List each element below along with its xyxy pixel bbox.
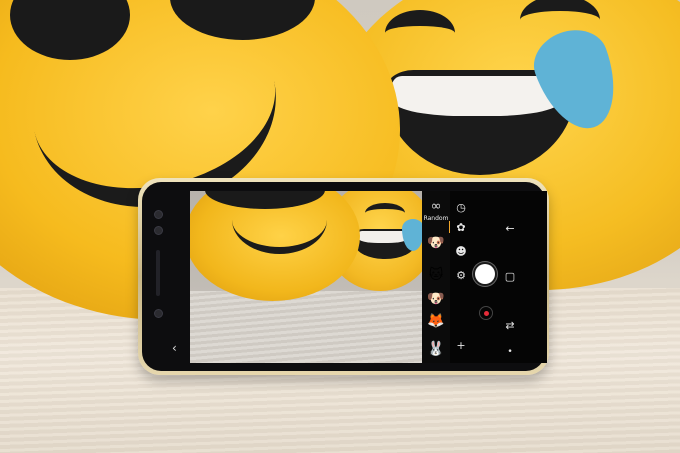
infinity-icon[interactable]: ∞ <box>426 199 446 214</box>
sticker-face-icon[interactable]: ☻ <box>452 242 470 260</box>
fox-sticker[interactable]: 🦊 <box>425 311 447 331</box>
back-arrow-icon[interactable]: ← <box>501 219 519 237</box>
puppy-sticker[interactable]: 🐶 <box>425 289 447 309</box>
switch-camera-icon[interactable]: ⇄ <box>501 316 519 334</box>
filters-icon[interactable]: ✿ <box>452 218 470 236</box>
camera-controls: ◷ ✿ ← ☻ ⚙ ▢ ⇄ + • <box>450 191 547 363</box>
chevron-left-icon[interactable]: ‹ <box>172 341 184 355</box>
sticker-panel: ∞ Random 🐶 🐱 🐶 🦊 🐰 <box>422 191 451 363</box>
add-sticker-icon[interactable]: + <box>452 336 470 354</box>
front-camera-icon <box>154 210 163 219</box>
timer-icon[interactable]: ◷ <box>452 198 470 216</box>
bunny-sticker[interactable]: 🐰 <box>425 339 447 359</box>
pillow-teeth <box>392 76 562 116</box>
vf-teeth <box>358 231 408 243</box>
vf-eye <box>365 203 405 223</box>
random-label[interactable]: Random <box>422 215 450 222</box>
vf-table <box>190 291 422 363</box>
proximity-sensor-icon <box>154 309 163 318</box>
background-photo: ‹ ∞ Random 🐶 🐱 🐶 🦊 🐰 ◷ ✿ ← ☻ ⚙ ▢ ⇄ + • <box>0 0 680 453</box>
shutter-button[interactable] <box>475 264 495 284</box>
camera-screen: ∞ Random 🐶 🐱 🐶 🦊 🐰 ◷ ✿ ← ☻ ⚙ ▢ ⇄ + • <box>190 191 547 363</box>
page-dot-icon: • <box>507 347 513 357</box>
earpiece-speaker <box>156 250 160 296</box>
iris-scanner-icon <box>154 226 163 235</box>
pillow-eye <box>385 10 455 56</box>
dog-ears-sticker[interactable]: 🐶 <box>425 233 447 253</box>
record-dot-icon <box>483 310 489 316</box>
record-button[interactable] <box>479 306 493 320</box>
cat-sticker[interactable]: 🐱 <box>425 265 447 285</box>
camera-viewfinder[interactable] <box>190 191 422 363</box>
gear-icon[interactable]: ⚙ <box>452 266 470 284</box>
gallery-icon[interactable]: ▢ <box>501 267 519 285</box>
